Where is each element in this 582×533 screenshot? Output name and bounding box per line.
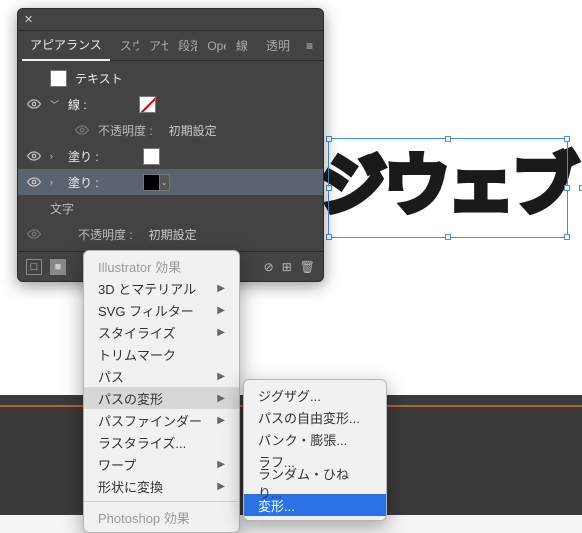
submenu-arrow-icon: ▶ [217,415,225,426]
row-char[interactable]: 文字 [18,195,323,221]
row-text[interactable]: テキスト [18,65,323,91]
submenu-arrow-icon: ▶ [217,371,225,382]
trash-icon[interactable]: 🗑 [300,260,315,274]
menu-item[interactable]: SVG フィルター▶ [84,299,239,321]
fill-swatch[interactable] [143,148,160,165]
tab-stroke[interactable]: 線 [228,31,256,60]
visibility-icon[interactable] [26,148,42,164]
menu-item[interactable]: パスファインダー▶ [84,409,239,431]
row-opacity-bottom[interactable]: 不透明度 : 初期設定 [18,221,323,247]
effect-menu: Illustrator 効果 3D とマテリアル▶SVG フィルター▶スタイライ… [83,250,240,533]
selection-handle[interactable] [445,136,451,142]
fx-icon[interactable]: ⊘ [264,260,274,274]
text-swatch [50,70,67,87]
row-opacity[interactable]: 不透明度 : 初期設定 [18,117,323,143]
row-label: 不透明度 : [98,122,153,139]
appearance-panel: ✕ アピアランス スウ アセ 段落 Ope 線 透明 ≡ テキスト ﹀ 線 : … [17,8,324,282]
row-label: 不透明度 : [78,226,133,243]
menu-item[interactable]: ラスタライズ... [84,431,239,453]
caret-icon[interactable]: ﹀ [50,98,60,111]
submenu-arrow-icon: ▶ [217,305,225,316]
row-stroke[interactable]: ﹀ 線 : [18,91,323,117]
tab-paragraph[interactable]: 段落 [170,31,197,60]
menu-item[interactable]: ランダム・ひねり... [244,472,386,494]
selection-handle[interactable] [445,234,451,240]
submenu-arrow-icon: ▶ [217,283,225,294]
tab-appearance[interactable]: アピアランス [22,30,110,61]
selection-handle[interactable] [564,136,570,142]
panel-header: ✕ [18,9,323,31]
menu-item[interactable]: パスの自由変形... [244,406,386,428]
row-value: 初期設定 [169,122,217,139]
visibility-icon[interactable] [74,122,90,138]
menu-item[interactable]: ジグザグ... [244,384,386,406]
row-label: テキスト [75,70,123,87]
close-icon[interactable]: ✕ [24,13,33,26]
menu-separator [84,501,239,502]
menu-item[interactable]: 形状に変換▶ [84,475,239,497]
selection-handle[interactable] [564,234,570,240]
selection-handle[interactable] [326,234,332,240]
row-label: 線 : [68,96,87,113]
row-label: 塗り : [68,148,99,165]
new-stroke-button[interactable]: □ [26,259,42,275]
menu-item[interactable]: パス▶ [84,365,239,387]
selection-handle[interactable] [564,185,570,191]
submenu-arrow-icon: ▶ [217,327,225,338]
tab-opentype[interactable]: Ope [199,33,226,59]
menu-header: Photoshop 効果 [84,506,239,528]
stroke-swatch[interactable] [139,96,156,113]
tab-swatches[interactable]: スウ [112,31,139,60]
submenu-arrow-icon: ▶ [217,459,225,470]
caret-icon[interactable]: › [50,177,60,187]
submenu-arrow-icon: ▶ [217,393,225,404]
swatch-dropdown-icon[interactable]: ⌄ [160,174,170,191]
tab-transparency[interactable]: 透明 [258,31,298,60]
visibility-icon[interactable] [26,174,42,190]
row-fill[interactable]: › 塗り : [18,143,323,169]
row-value: 初期設定 [149,226,197,243]
panel-tabs: アピアランス スウ アセ 段落 Ope 線 透明 ≡ [18,31,323,61]
visibility-icon[interactable] [26,226,42,242]
row-fill-selected[interactable]: › 塗り : ⌄ [18,169,323,195]
menu-item[interactable]: ワープ▶ [84,453,239,475]
selection-handle[interactable] [326,136,332,142]
fill-swatch[interactable] [143,174,160,191]
submenu-path-distort: ジグザグ...パスの自由変形...パンク・膨張...ラフ...ランダム・ひねり.… [243,379,387,521]
appearance-rows: テキスト ﹀ 線 : 不透明度 : 初期設定 › 塗り : › 塗り : [18,61,323,251]
tab-assets[interactable]: アセ [141,31,168,60]
selection-handle[interactable] [326,185,332,191]
menu-header: Illustrator 効果 [84,255,239,277]
row-label: 塗り : [68,174,99,191]
menu-item[interactable]: パンク・膨張... [244,428,386,450]
menu-item[interactable]: パスの変形▶ [84,387,239,409]
menu-item[interactable]: 3D とマテリアル▶ [84,277,239,299]
visibility-icon[interactable] [26,96,42,112]
duplicate-icon[interactable]: ⊞ [282,260,292,274]
caret-icon[interactable]: › [50,151,60,161]
menu-item[interactable]: トリムマーク [84,343,239,365]
new-fill-button[interactable]: ■ [50,259,66,275]
menu-item[interactable]: スタイライズ▶ [84,321,239,343]
row-label: 文字 [50,200,74,217]
submenu-arrow-icon: ▶ [217,481,225,492]
selection-box[interactable] [328,138,568,238]
panel-menu-icon[interactable]: ≡ [300,35,319,57]
